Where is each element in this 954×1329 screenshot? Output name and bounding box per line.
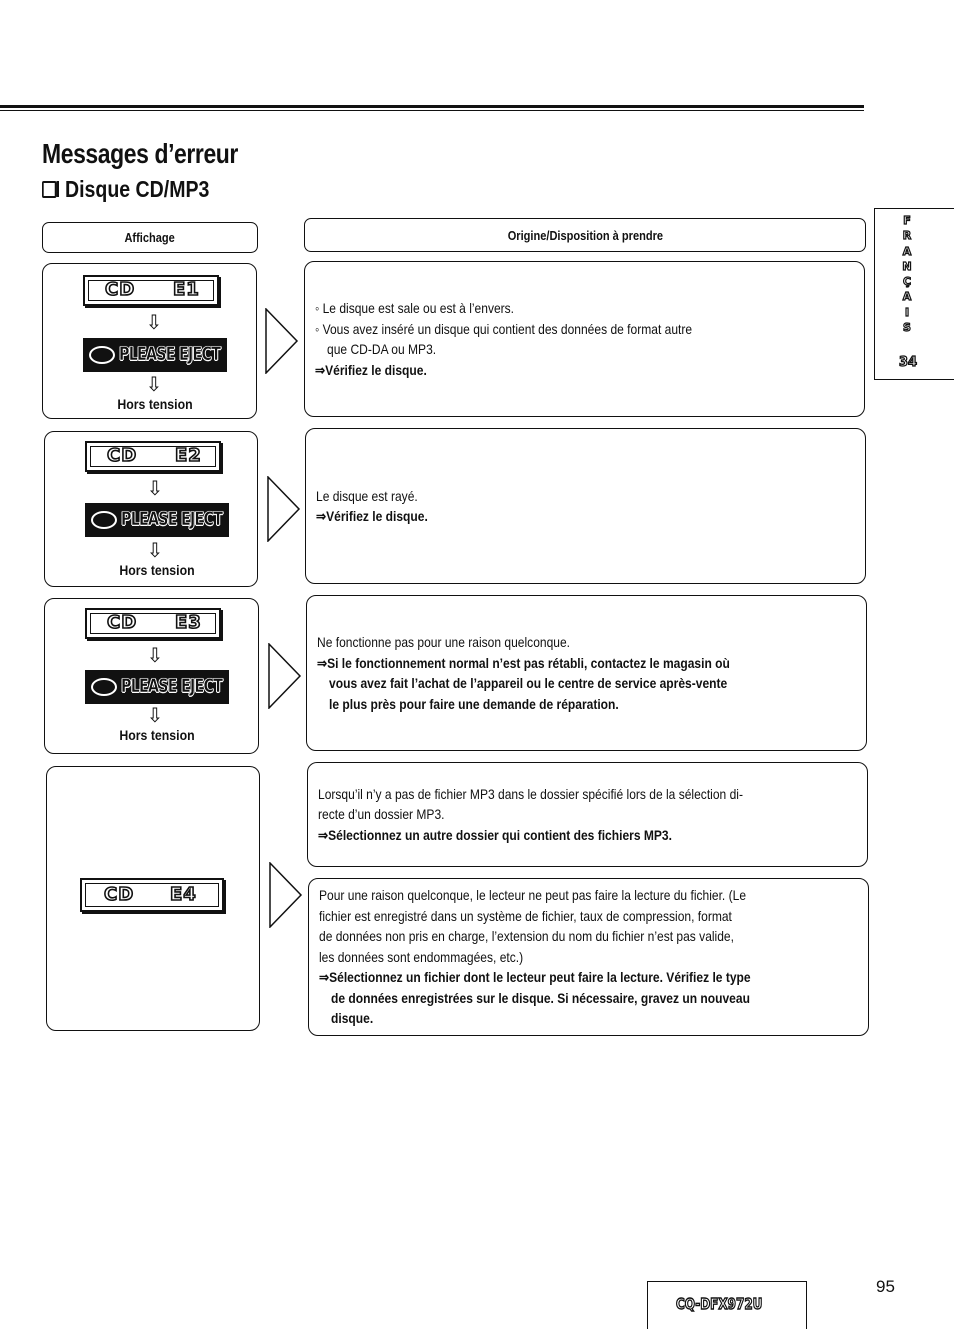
cause-line: ⇒Vérifiez le disque. [316,508,428,524]
cause-line: ⇒Sélectionnez un fichier dont le lecteur… [319,969,751,986]
header-display-label: Affichage [124,230,176,245]
pointer-triangle-icon [269,862,303,928]
disc-eject-icon [91,678,117,696]
lcd-e1: CD E1 [83,275,219,306]
lcd-mode: CD [103,883,135,906]
section-subtitle: Disque CD/MP3 [42,176,209,203]
language-tab-letter: R [902,229,912,243]
down-arrow-icon: ⇩ [146,643,164,667]
subtitle-text: Disque CD/MP3 [64,176,210,202]
cause-cell-e4-unreadable: Pour une raison quelconque, le lecteur n… [308,878,869,1036]
please-eject-display: PLEASE EJECT [85,670,229,704]
page-title: Messages d’erreur [42,138,238,169]
language-tab: FRANÇAIS 34 [874,208,954,380]
down-arrow-icon: ⇩ [146,476,164,500]
language-tab-letter: A [902,290,912,304]
pointer-triangle-icon [267,476,301,542]
lcd-e4: CD E4 [80,878,224,912]
please-eject-display: PLEASE EJECT [83,338,227,372]
display-cell-e1: CD E1 ⇩ PLEASE EJECT ⇩ Hors tension [42,263,257,419]
cause-line: Ne fonctionne pas pour une raison quelco… [317,634,571,650]
header-display: Affichage [42,222,258,253]
square-bullet-icon [42,181,60,198]
language-tab-letters: FRANÇAIS [899,214,915,337]
cause-cell-e4-no-mp3: Lorsqu’il n’y a pas de fichier MP3 dans … [307,762,868,867]
language-tab-letter: S [902,321,911,335]
language-tab-letter: I [904,305,910,319]
down-arrow-icon: ⇩ [145,372,163,396]
disc-eject-icon [91,511,117,529]
power-off-label: Hors tension [119,562,195,578]
lcd-error-code: E4 [169,883,197,906]
cause-line: le plus près pour faire une demande de r… [329,695,619,712]
power-off-label: Hors tension [117,396,193,412]
section-number: 34 [898,354,918,370]
display-cell-e2: CD E2 ⇩ PLEASE EJECT ⇩ Hors tension [44,431,258,587]
cause-line: ⇒Si le fonctionnement normal n’est pas r… [317,654,730,671]
cause-line: ◦ Le disque est sale ou est à l’envers. [315,300,515,316]
header-cause: Origine/Disposition à prendre [304,218,866,252]
lcd-error-code: E3 [174,611,202,634]
cause-cell-e1: ◦ Le disque est sale ou est à l’envers. ◦… [304,261,865,417]
cause-line: fichier est enregistré dans un système d… [319,907,732,924]
cause-line: disque. [331,1010,374,1027]
cause-line: de données enregistrées sur le disque. S… [331,989,750,1006]
top-rule [0,105,864,108]
cause-line: de données non pris en charge, l’extensi… [319,928,734,945]
lcd-error-code: E2 [174,444,202,467]
cause-cell-e3: Ne fonctionne pas pour une raison quelco… [306,595,867,751]
display-cell-e4: CD E4 [46,766,260,1031]
language-tab-letter: F [903,214,912,227]
pointer-triangle-icon [265,308,299,374]
top-rule-thin [0,110,864,111]
header-cause-label: Origine/Disposition à prendre [507,227,663,243]
model-name: CQ-DFX972U [675,1294,763,1313]
cause-line: ⇒Sélectionnez un autre dossier qui conti… [318,826,672,843]
down-arrow-icon: ⇩ [146,703,164,727]
cause-line: Le disque est rayé. [316,487,418,504]
please-eject-display: PLEASE EJECT [85,503,229,537]
cause-line: recte d’un dossier MP3. [318,806,445,823]
lcd-e3: CD E3 [85,608,221,639]
page-number: 95 [876,1277,895,1296]
cause-line: Pour une raison quelconque, le lecteur n… [319,887,747,904]
lcd-mode: CD [106,444,138,467]
cause-line: vous avez fait l’achat de l’appareil ou … [329,675,728,691]
disc-eject-icon [89,346,115,364]
cause-line: ⇒Vérifiez le disque. [315,361,427,378]
cause-line: que CD-DA ou MP3. [327,341,437,357]
power-off-label: Hors tension [119,727,195,743]
model-box: CQ-DFX972U [647,1281,807,1329]
pointer-triangle-icon [268,643,302,709]
lcd-mode: CD [106,611,138,634]
lcd-e2: CD E2 [85,441,221,472]
display-cell-e3: CD E3 ⇩ PLEASE EJECT ⇩ Hors tension [44,598,259,754]
cause-line: Lorsqu’il n’y a pas de fichier MP3 dans … [318,785,743,802]
language-tab-letter: A [902,244,912,258]
cause-cell-e2: Le disque est rayé. ⇒Vérifiez le disque. [305,428,866,584]
down-arrow-icon: ⇩ [145,310,163,334]
language-tab-letter: N [902,259,912,273]
lcd-error-code: E1 [172,278,200,301]
language-tab-letter: Ç [902,275,912,289]
down-arrow-icon: ⇩ [146,538,164,562]
cause-line: les données sont endommagées, etc.) [319,948,524,965]
lcd-mode: CD [104,278,136,301]
cause-line: ◦ Vous avez inséré un disque qui contien… [315,320,693,337]
